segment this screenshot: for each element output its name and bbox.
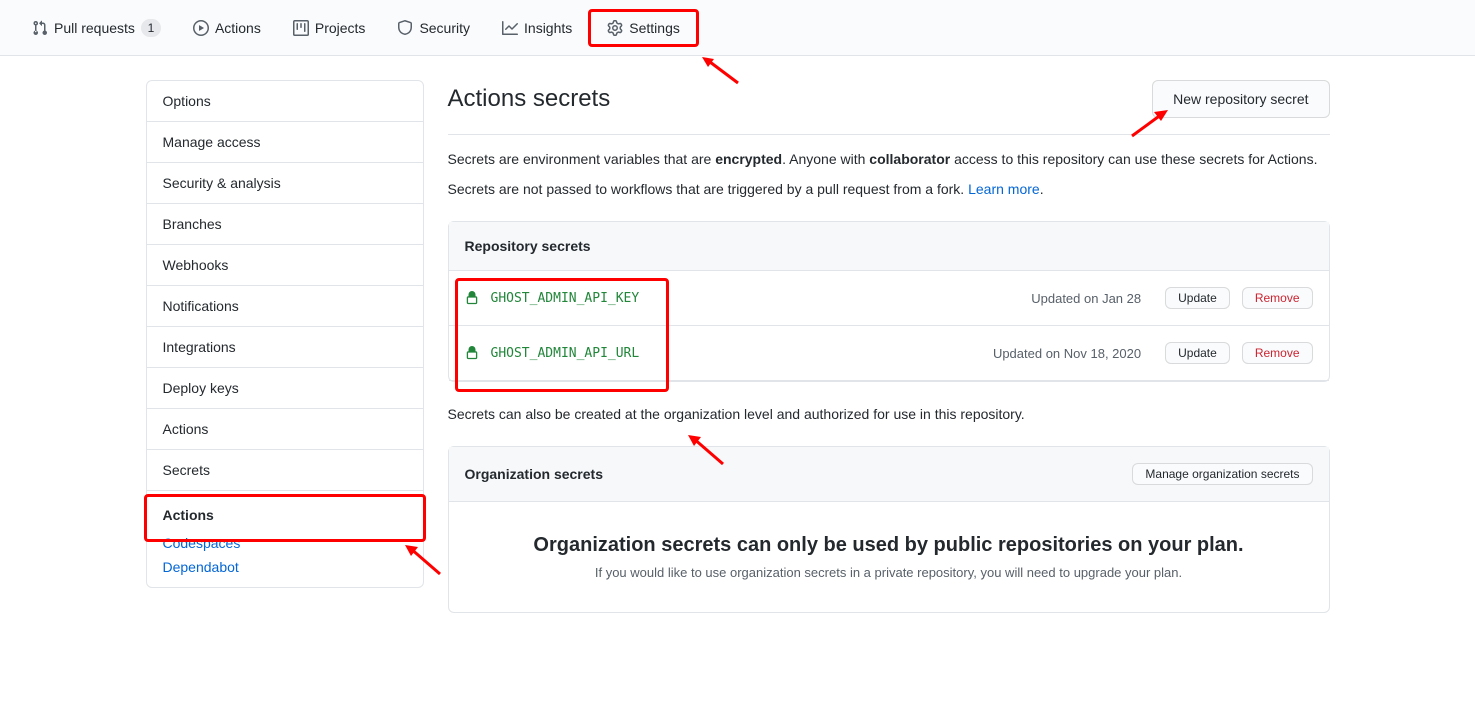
- repo-secrets-box: Repository secrets GHOST_ADMIN_API_KEY U…: [448, 221, 1330, 382]
- update-secret-button[interactable]: Update: [1165, 287, 1230, 309]
- sidebar-item-secrets[interactable]: Secrets: [147, 450, 423, 491]
- lock-icon: [465, 346, 479, 360]
- org-secrets-box: Organization secrets Manage organization…: [448, 446, 1330, 613]
- sidebar-subitem-dependabot[interactable]: Dependabot: [163, 555, 407, 579]
- sidebar-item-integrations[interactable]: Integrations: [147, 327, 423, 368]
- tab-projects[interactable]: Projects: [277, 12, 382, 44]
- settings-sidebar: Options Manage access Security & analysi…: [146, 80, 424, 637]
- org-secrets-message: Organization secrets can only be used by…: [449, 502, 1329, 612]
- git-pull-request-icon: [32, 20, 48, 36]
- tab-label: Projects: [315, 20, 366, 36]
- repo-secrets-header: Repository secrets: [449, 222, 1329, 271]
- tab-label: Pull requests: [54, 20, 135, 36]
- manage-org-secrets-button[interactable]: Manage organization secrets: [1132, 463, 1312, 485]
- sidebar-item-deploy-keys[interactable]: Deploy keys: [147, 368, 423, 409]
- settings-menu: Options Manage access Security & analysi…: [146, 80, 424, 588]
- tab-actions[interactable]: Actions: [177, 12, 277, 44]
- page-header: Actions secrets New repository secret: [448, 80, 1330, 135]
- sidebar-item-security-analysis[interactable]: Security & analysis: [147, 163, 423, 204]
- graph-icon: [502, 20, 518, 36]
- tab-label: Actions: [215, 20, 261, 36]
- org-secrets-header: Organization secrets Manage organization…: [449, 447, 1329, 502]
- tab-insights[interactable]: Insights: [486, 12, 588, 44]
- tab-label: Security: [419, 20, 470, 36]
- page-title: Actions secrets: [448, 85, 611, 113]
- remove-secret-button[interactable]: Remove: [1242, 287, 1313, 309]
- desc-line-1: Secrets are environment variables that a…: [448, 151, 1330, 167]
- secret-updated: Updated on Nov 18, 2020: [993, 346, 1141, 361]
- tab-label: Insights: [524, 20, 572, 36]
- new-secret-button[interactable]: New repository secret: [1152, 80, 1329, 118]
- lock-icon: [465, 291, 479, 305]
- remove-secret-button[interactable]: Remove: [1242, 342, 1313, 364]
- gear-icon: [607, 20, 623, 36]
- secret-row: GHOST_ADMIN_API_URL Updated on Nov 18, 2…: [449, 326, 1329, 381]
- project-icon: [293, 20, 309, 36]
- learn-more-link[interactable]: Learn more: [968, 181, 1040, 197]
- tab-pull-requests[interactable]: Pull requests 1: [16, 11, 177, 45]
- secret-row: GHOST_ADMIN_API_KEY Updated on Jan 28 Up…: [449, 271, 1329, 326]
- tab-settings[interactable]: Settings: [588, 9, 699, 47]
- desc-line-2: Secrets are not passed to workflows that…: [448, 181, 1330, 197]
- org-msg-body: If you would like to use organization se…: [481, 565, 1297, 580]
- tab-security[interactable]: Security: [381, 12, 486, 44]
- secret-name: GHOST_ADMIN_API_KEY: [491, 291, 640, 306]
- sidebar-item-actions[interactable]: Actions: [147, 409, 423, 450]
- org-msg-title: Organization secrets can only be used by…: [481, 534, 1297, 557]
- tab-label: Settings: [629, 20, 680, 36]
- sidebar-item-branches[interactable]: Branches: [147, 204, 423, 245]
- repo-tabs: Pull requests 1 Actions Projects Securit…: [0, 0, 1475, 56]
- sidebar-subitem-codespaces[interactable]: Codespaces: [163, 531, 407, 555]
- submenu-header: Actions: [163, 499, 407, 531]
- org-note: Secrets can also be created at the organ…: [448, 406, 1330, 422]
- update-secret-button[interactable]: Update: [1165, 342, 1230, 364]
- sidebar-item-options[interactable]: Options: [147, 81, 423, 122]
- shield-icon: [397, 20, 413, 36]
- sidebar-item-manage-access[interactable]: Manage access: [147, 122, 423, 163]
- sidebar-submenu: Actions Codespaces Dependabot: [147, 491, 423, 587]
- main-content: Actions secrets New repository secret Se…: [448, 80, 1330, 637]
- sidebar-item-notifications[interactable]: Notifications: [147, 286, 423, 327]
- secret-updated: Updated on Jan 28: [1031, 291, 1141, 306]
- secret-name: GHOST_ADMIN_API_URL: [491, 346, 640, 361]
- pr-counter: 1: [141, 19, 161, 37]
- sidebar-item-webhooks[interactable]: Webhooks: [147, 245, 423, 286]
- play-icon: [193, 20, 209, 36]
